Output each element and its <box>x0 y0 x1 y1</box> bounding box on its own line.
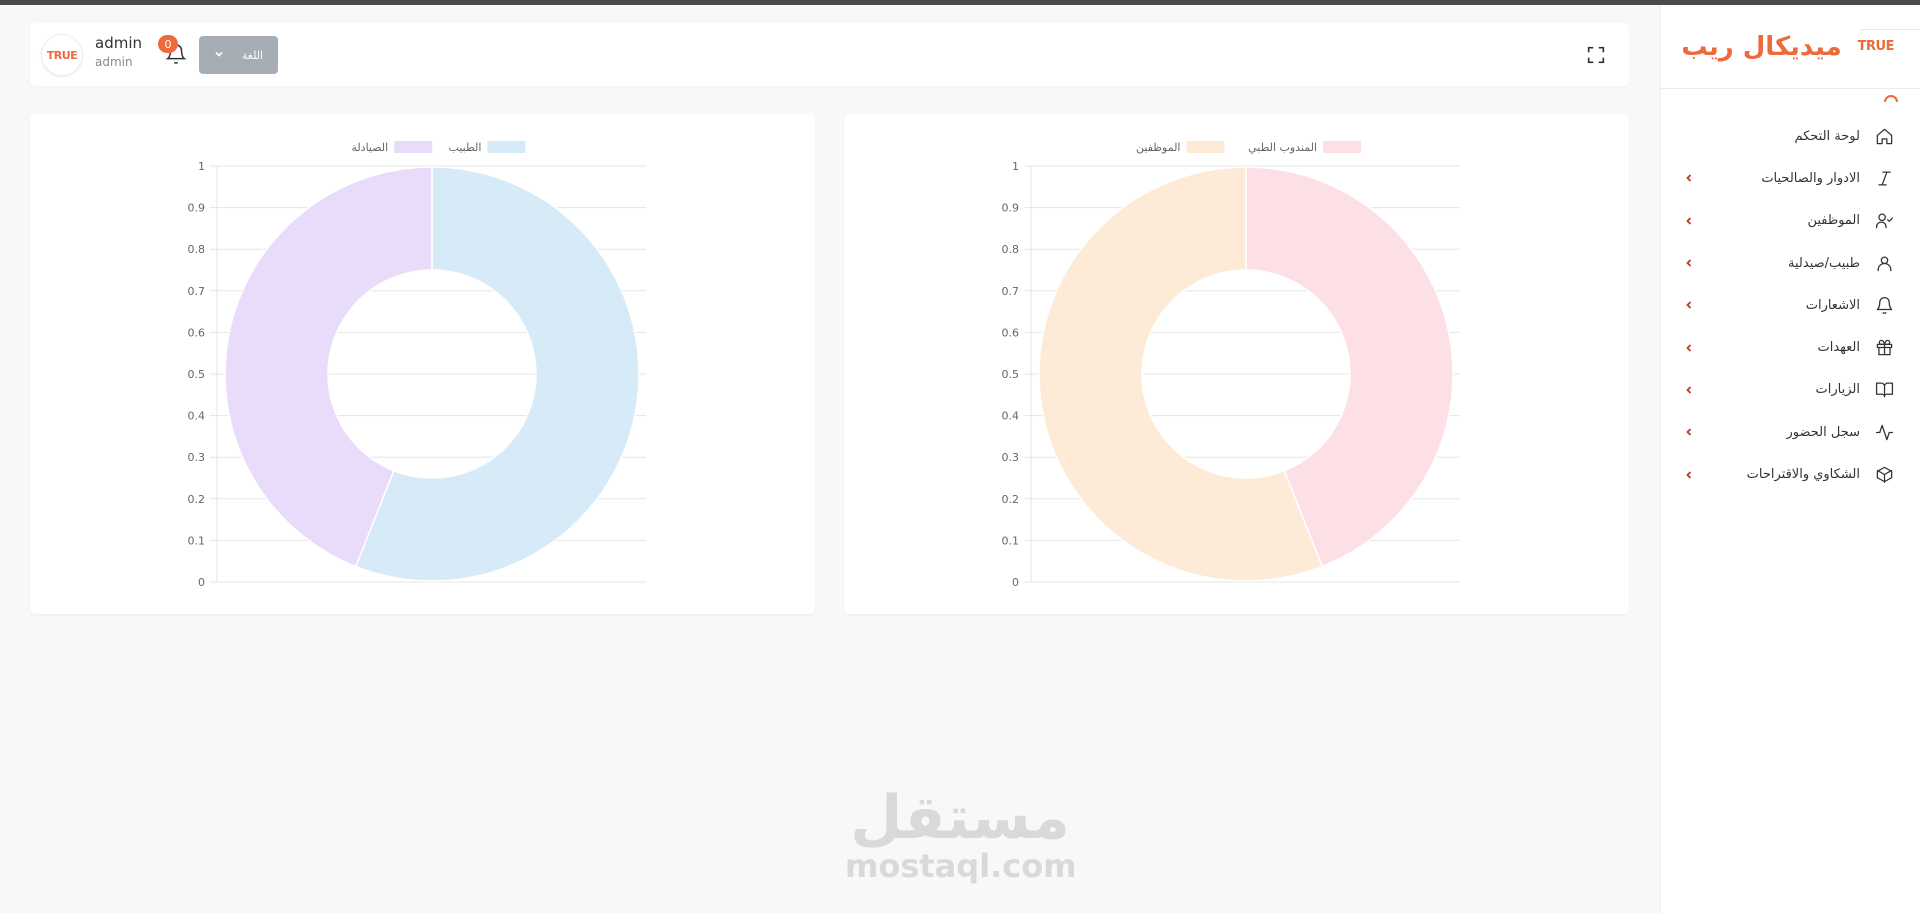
sidebar-item-4[interactable]: الاشعارات <box>1661 284 1920 326</box>
y-tick-label: 0.2 <box>1002 493 1020 506</box>
doughnut-chart-doctors-pharmacies: 0 0.1 0.2 0.3 0.4 0.5 0.6 0.7 0.8 0.9 1 الطبيب الصيا… <box>188 141 646 589</box>
brand-divider <box>1860 29 1920 30</box>
legend-swatch-0[interactable] <box>487 141 526 153</box>
activity-icon <box>1874 422 1894 442</box>
language-label: اللغة <box>241 48 264 62</box>
user-icon <box>1874 253 1894 273</box>
user-name: admin <box>95 34 142 52</box>
y-tick-label: 0.5 <box>188 368 206 381</box>
sidebar-item-label: الزيارات <box>1815 382 1860 398</box>
y-tick-label: 0.8 <box>1002 243 1020 256</box>
legend-swatch-1[interactable] <box>394 141 433 153</box>
chart-card-doctors-pharmacies: 0 0.1 0.2 0.3 0.4 0.5 0.6 0.7 0.8 0.9 1 الطبيب الصيا… <box>30 114 815 614</box>
sidebar-item-label: طبيب/صيدلية <box>1788 255 1860 271</box>
legend-swatch-1[interactable] <box>1186 141 1225 153</box>
sidebar-item-3[interactable]: طبيب/صيدلية <box>1661 242 1920 284</box>
doughnut-chart-employees-reps: 0 0.1 0.2 0.3 0.4 0.5 0.6 0.7 0.8 0.9 1 المندوب الط… <box>1002 141 1460 589</box>
chevron-left-icon <box>1683 426 1695 438</box>
sidebar-item-label: الشكاوي والاقتراحات <box>1746 467 1860 483</box>
y-tick-label: 0.6 <box>188 326 206 339</box>
fullscreen-icon[interactable] <box>1585 44 1607 66</box>
top-border <box>0 0 1920 5</box>
y-tick-label: 0.6 <box>1002 326 1020 339</box>
avatar-logo: TRUE <box>46 48 78 62</box>
sidebar-item-6[interactable]: الزيارات <box>1661 369 1920 411</box>
y-tick-label: 0.3 <box>1002 451 1020 464</box>
sidebar-item-label: الموظفين <box>1807 213 1860 229</box>
y-tick-label: 0 <box>198 576 205 589</box>
sidebar-item-label: سجل الحضور <box>1786 424 1861 440</box>
sidebar-item-5[interactable]: العهدات <box>1661 326 1920 368</box>
watermark-latin: mostaql.com <box>845 847 1077 885</box>
y-tick-label: 1 <box>1012 160 1019 173</box>
sidebar-item-label: العهدات <box>1817 340 1860 356</box>
chevron-left-icon <box>1683 257 1695 269</box>
box-icon <box>1874 465 1894 485</box>
y-tick-label: 0.3 <box>188 451 206 464</box>
y-tick-label: 0.1 <box>1002 534 1020 547</box>
sidebar-item-label: الاشعارات <box>1805 297 1860 313</box>
home-icon <box>1874 126 1894 146</box>
avatar[interactable]: TRUE <box>42 35 82 75</box>
chevron-down-icon <box>214 49 224 62</box>
chevron-left-icon <box>1683 469 1695 481</box>
brand-logo: TRUE <box>1857 39 1895 54</box>
watermark: مستقل mostaql.com <box>845 783 1077 885</box>
brand[interactable]: ميديكال ريب TRUE <box>1661 5 1920 89</box>
gift-icon <box>1874 338 1894 358</box>
italic-icon <box>1874 168 1894 188</box>
collapse-toggle-icon[interactable] <box>1884 95 1898 102</box>
top-header: TRUE admin admin 0 اللغة <box>30 23 1629 86</box>
legend-label-1: الموظفين <box>1136 141 1180 154</box>
y-tick-label: 0.4 <box>1002 410 1020 423</box>
legend-label-1: الصيادلة <box>351 141 388 154</box>
y-tick-label: 0.2 <box>188 493 206 506</box>
chevron-left-icon <box>1683 172 1695 184</box>
sidebar: ميديكال ريب TRUE لوحة التحكم الادوار والص… <box>1660 5 1920 913</box>
user-role: admin <box>95 55 133 69</box>
y-tick-label: 0.7 <box>188 285 206 298</box>
y-tick-label: 0.4 <box>188 410 206 423</box>
y-tick-label: 0.9 <box>188 202 206 215</box>
chevron-left-icon <box>1683 299 1695 311</box>
sidebar-menu: لوحة التحكم الادوار والصالحيات الموظفين طبي… <box>1661 115 1920 496</box>
y-tick-label: 0.7 <box>1002 285 1020 298</box>
sidebar-item-0[interactable]: لوحة التحكم <box>1661 115 1920 157</box>
legend-label-0: الطبيب <box>449 141 482 154</box>
y-tick-label: 0.8 <box>188 243 206 256</box>
chevron-left-icon <box>1683 384 1695 396</box>
chart-card-employees-reps: 0 0.1 0.2 0.3 0.4 0.5 0.6 0.7 0.8 0.9 1 المندوب الط… <box>844 114 1629 614</box>
sidebar-item-7[interactable]: سجل الحضور <box>1661 411 1920 453</box>
legend-label-0: المندوب الطبي <box>1248 141 1317 154</box>
legend-swatch-0[interactable] <box>1323 141 1362 153</box>
sidebar-item-label: لوحة التحكم <box>1794 128 1860 144</box>
sidebar-item-8[interactable]: الشكاوي والاقتراحات <box>1661 453 1920 495</box>
book-open-icon <box>1874 380 1894 400</box>
watermark-arabic: مستقل <box>850 783 1070 853</box>
chevron-left-icon <box>1683 342 1695 354</box>
user-check-icon <box>1874 211 1894 231</box>
y-tick-label: 1 <box>198 160 205 173</box>
chevron-left-icon <box>1683 215 1695 227</box>
brand-title: ميديكال ريب <box>1681 31 1842 62</box>
sidebar-item-label: الادوار والصالحيات <box>1761 170 1860 186</box>
y-tick-label: 0.5 <box>1002 368 1020 381</box>
y-tick-label: 0 <box>1012 576 1019 589</box>
language-dropdown[interactable]: اللغة <box>199 36 278 74</box>
bell-icon <box>1874 295 1894 315</box>
notification-count-badge: 0 <box>158 35 178 53</box>
y-tick-label: 0.9 <box>1002 202 1020 215</box>
sidebar-item-2[interactable]: الموظفين <box>1661 200 1920 242</box>
sidebar-item-1[interactable]: الادوار والصالحيات <box>1661 157 1920 199</box>
y-tick-label: 0.1 <box>188 534 206 547</box>
